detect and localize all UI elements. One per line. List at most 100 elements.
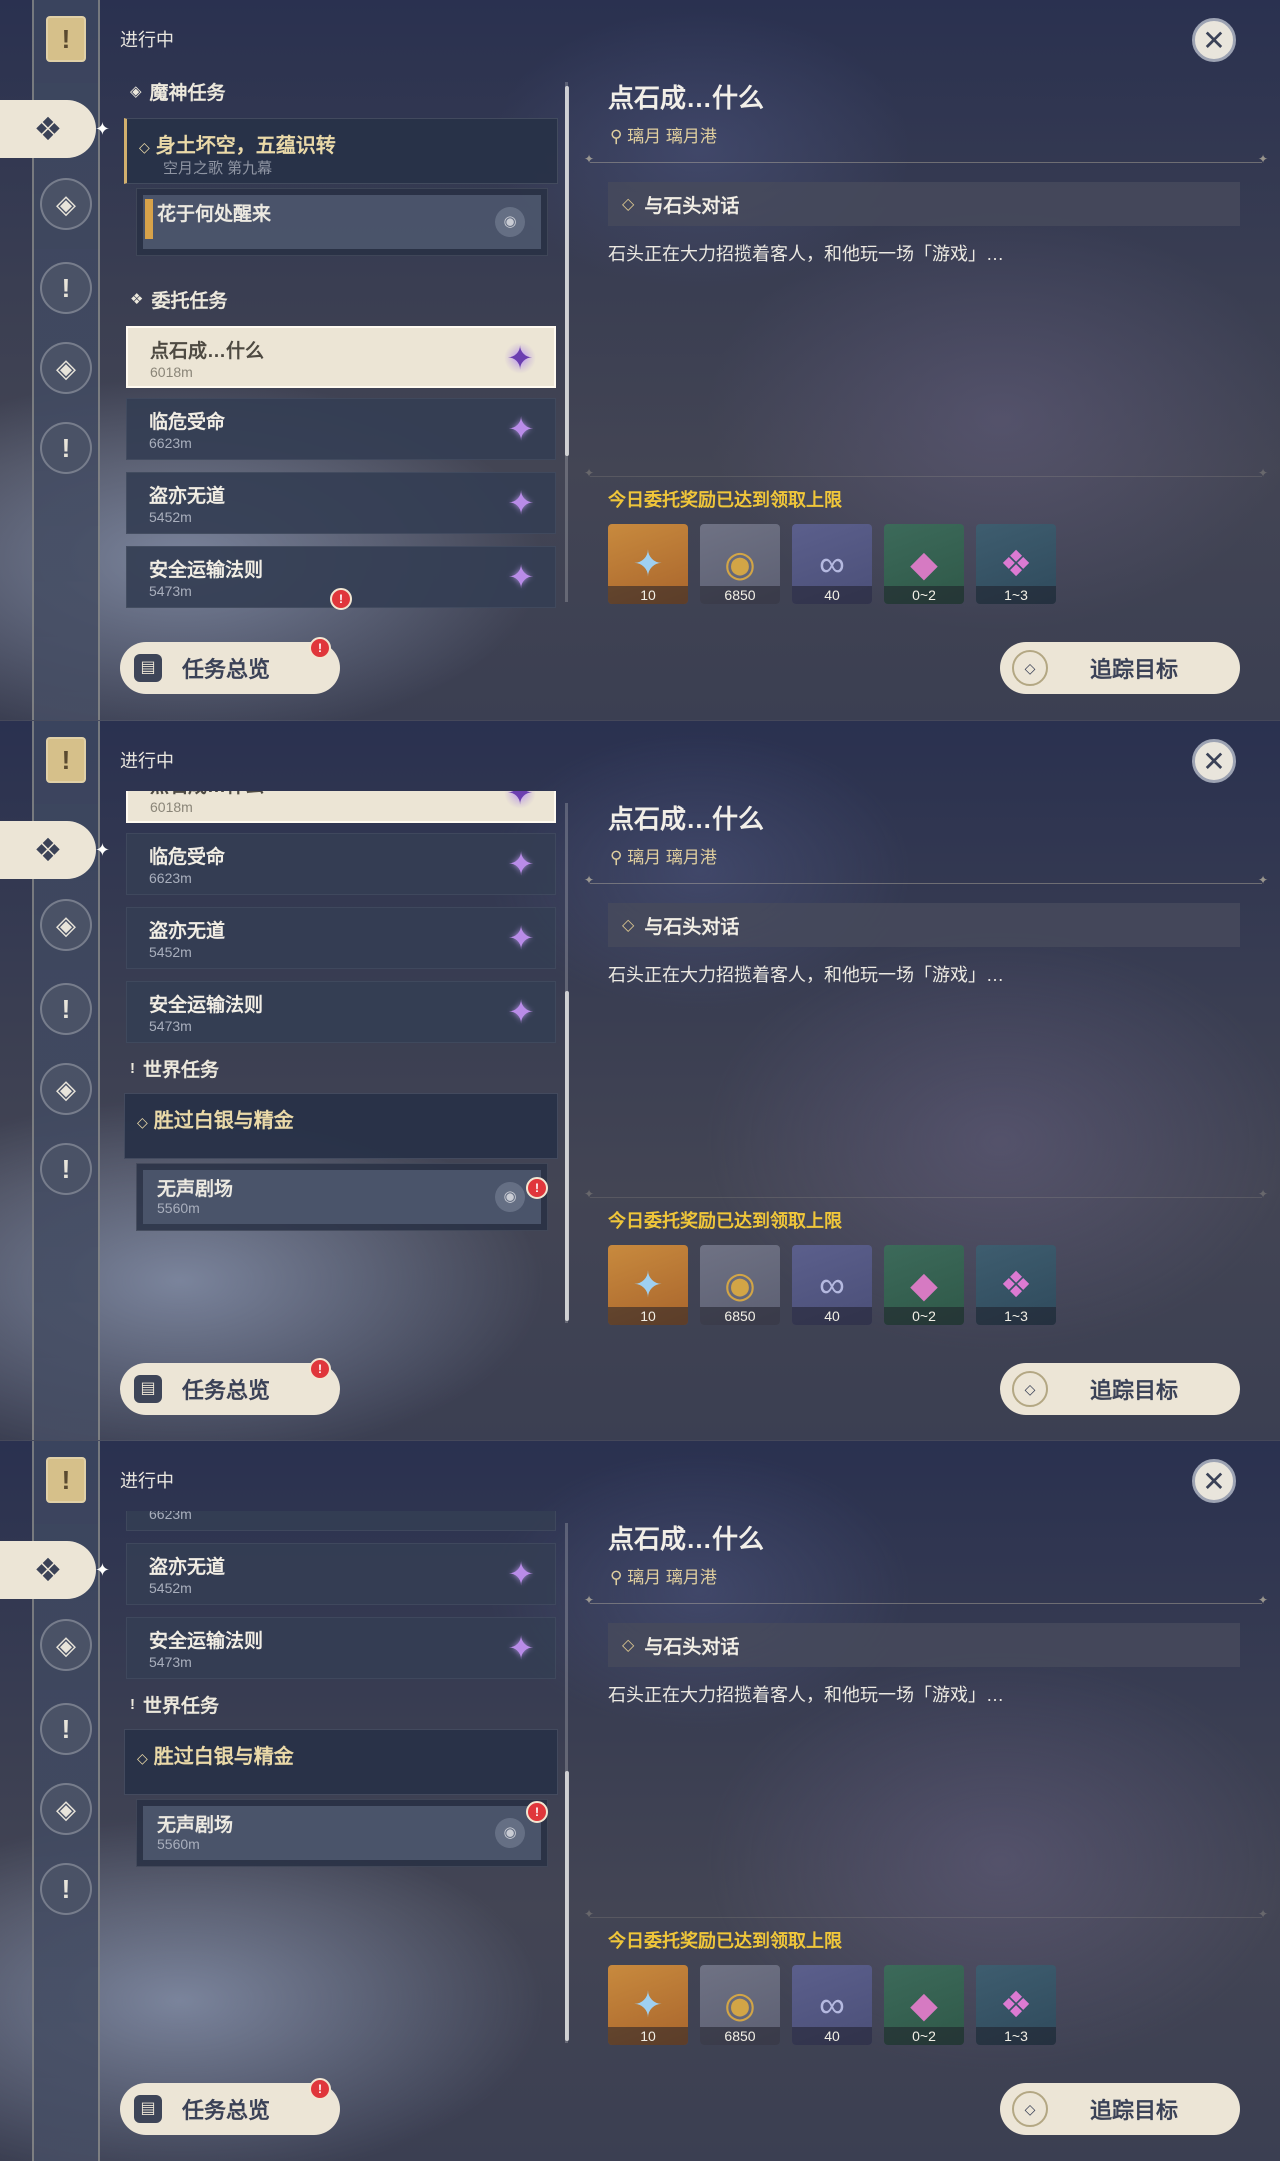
reward-item[interactable]: ✦ 10 — [608, 1245, 688, 1325]
rail-tab-story[interactable]: ! — [40, 1703, 92, 1755]
commission-gem-icon: ✦ — [507, 994, 535, 1030]
rail-tab-story[interactable]: ! — [40, 262, 92, 314]
rail-tab-world[interactable]: ! — [40, 1863, 92, 1915]
scrollbar-thumb[interactable] — [565, 1771, 569, 2041]
divider — [584, 152, 1268, 166]
adventure-exp-icon: ∞ — [819, 1264, 845, 1305]
track-target-button[interactable]: ◇ 追踪目标 — [1000, 1363, 1240, 1415]
commission-card[interactable]: 盗亦无道 5452m ✦ — [126, 472, 556, 534]
rail-tab-legend[interactable]: ◈ — [40, 1619, 92, 1671]
diamond-icon: ◇ — [622, 1637, 635, 1654]
commission-card[interactable]: 临危受命 6623m ✦ — [126, 398, 556, 460]
rail-tab-commission[interactable]: ❖ ✦ — [0, 821, 110, 879]
reward-limit-note: 今日委托奖励已达到领取上限 — [608, 1931, 842, 1951]
commission-card-selected[interactable]: 点石成…什么 6018m ✦ — [126, 326, 556, 388]
commission-gem-icon: ✦ — [504, 342, 536, 374]
track-target-button[interactable]: ◇ 追踪目标 — [1000, 2083, 1240, 2135]
rail-tab-archon[interactable]: ◈ — [40, 1783, 92, 1835]
archon-quest-title: 身土坏空，五蕴识转 — [155, 135, 336, 157]
quest-list[interactable]: ◈ 魔神任务 ◇ 身土坏空，五蕴识转 空月之歌 第九幕 花于何处醒来 ◉ ❖ 委托任务… — [120, 70, 560, 610]
world-quest-step[interactable]: 无声剧场 5560m ◉ — [136, 1163, 548, 1231]
adventure-exp-icon: ∞ — [819, 1984, 845, 2025]
commission-icon: ❖ — [33, 832, 63, 868]
close-button[interactable]: ✕ — [1192, 739, 1236, 783]
close-button[interactable]: ✕ — [1192, 1459, 1236, 1503]
legend-quest-icon: ◈ — [56, 188, 76, 219]
reward-item[interactable]: ❖ 1~3 — [976, 1965, 1056, 2045]
scrollbar-thumb[interactable] — [565, 991, 569, 1321]
commission-card[interactable]: 盗亦无道 5452m ✦ — [126, 907, 556, 969]
quest-overview-button[interactable]: ▤ 任务总览 — [120, 642, 340, 694]
commission-card[interactable]: 盗亦无道 5452m ✦ — [126, 1543, 556, 1605]
reward-item[interactable]: ∞ 40 — [792, 1965, 872, 2045]
reward-item[interactable]: ◉ 6850 — [700, 1965, 780, 2045]
track-target-button[interactable]: ◇ 追踪目标 — [1000, 642, 1240, 694]
rail-tab-commission[interactable]: ❖ ✦ — [0, 1541, 110, 1599]
quest-book-icon[interactable]: ! — [46, 737, 86, 783]
rail-tab-archon[interactable]: ◈ — [40, 1063, 92, 1115]
reward-item[interactable]: ◆ 0~2 — [884, 524, 964, 604]
crystal-icon: ◆ — [910, 1264, 938, 1305]
world-quest-card[interactable]: ◇ 胜过白银与精金 — [124, 1729, 558, 1795]
commission-icon: ❖ — [33, 1552, 63, 1588]
rail-tab-commission[interactable]: ❖ ✦ — [0, 100, 110, 158]
reward-item[interactable]: ∞ 40 — [792, 1245, 872, 1325]
step-distance: 5560m — [157, 1200, 200, 1216]
reward-item[interactable]: ◉ 6850 — [700, 1245, 780, 1325]
detail-location: ⚲ 璃月 璃月港 — [610, 1568, 717, 1587]
world-quest-card[interactable]: ◇ 胜过白银与精金 — [124, 1093, 558, 1159]
commission-card[interactable]: 临危受命 6623m ✦ — [126, 833, 556, 895]
rail-tab-world[interactable]: ! — [40, 422, 92, 474]
rail-tab-story[interactable]: ! — [40, 983, 92, 1035]
progress-marker — [145, 199, 153, 239]
sparkle-icon: ✦ — [94, 118, 110, 139]
commission-gem-icon: ✦ — [507, 920, 535, 956]
archon-quest-card[interactable]: ◇ 身土坏空，五蕴识转 空月之歌 第九幕 — [124, 118, 558, 184]
reward-item[interactable]: ◆ 0~2 — [884, 1245, 964, 1325]
alert-badge: ! — [526, 1801, 548, 1823]
reward-item[interactable]: ✦ 10 — [608, 1965, 688, 2045]
quest-list[interactable]: 点石成…什么 6018m ✦ 临危受命 6623m ✦ 盗亦无道 5452m ✦… — [120, 791, 560, 1331]
detail-title: 点石成…什么 — [608, 1524, 765, 1554]
step-title: 无声剧场 — [157, 1179, 234, 1200]
diamond-icon: ◇ — [622, 196, 635, 213]
step-title: 花于何处醒来 — [157, 204, 272, 225]
commission-card[interactable]: 临危受命 6623m — [126, 1511, 556, 1531]
quest-book-icon[interactable]: ! — [46, 16, 86, 62]
archon-quest-chapter: 空月之歌 第九幕 — [163, 160, 273, 177]
objective-bar: ◇ 与石头对话 — [608, 1623, 1240, 1667]
rail-tab-legend[interactable]: ◈ — [40, 899, 92, 951]
quest-book-icon[interactable]: ! — [46, 1457, 86, 1503]
commission-gem-icon: ✦ — [507, 559, 535, 595]
rail-tab-legend[interactable]: ◈ — [40, 178, 92, 230]
reward-item[interactable]: ✦ 10 — [608, 524, 688, 604]
reward-item[interactable]: ◉ 6850 — [700, 524, 780, 604]
quest-overview-button[interactable]: ▤ 任务总览 — [120, 2083, 340, 2135]
location-pin-icon[interactable]: ◉ — [495, 1818, 525, 1848]
reward-item[interactable]: ◆ 0~2 — [884, 1965, 964, 2045]
close-button[interactable]: ✕ — [1192, 18, 1236, 62]
reward-item[interactable]: ∞ 40 — [792, 524, 872, 604]
reward-list: ✦ 10 ◉ 6850 ∞ 40 ◆ 0~2 ❖ 1~3 — [608, 524, 1056, 604]
story-quest-icon: ! — [61, 272, 71, 303]
commission-card[interactable]: 安全运输法则 5473m ✦ — [126, 1617, 556, 1679]
world-quest-icon: ! — [61, 1873, 71, 1904]
commission-card-selected[interactable]: 点石成…什么 6018m ✦ — [126, 791, 556, 823]
commission-card[interactable]: 安全运输法则 5473m ✦ — [126, 981, 556, 1043]
world-quest-step[interactable]: 无声剧场 5560m ◉ — [136, 1799, 548, 1867]
archon-quest-step[interactable]: 花于何处醒来 ◉ — [136, 188, 548, 256]
alert-badge: ! — [330, 588, 352, 610]
location-pin-icon[interactable]: ◉ — [495, 1182, 525, 1212]
rail-tab-archon[interactable]: ◈ — [40, 342, 92, 394]
alert-badge: ! — [526, 1177, 548, 1199]
world-quest-title: 胜过白银与精金 — [153, 1110, 294, 1132]
scrollbar-thumb[interactable] — [565, 86, 569, 456]
quest-overview-button[interactable]: ▤ 任务总览 — [120, 1363, 340, 1415]
reward-item[interactable]: ❖ 1~3 — [976, 524, 1056, 604]
location-pin-icon[interactable]: ◉ — [495, 207, 525, 237]
quest-panel-1: ! ❖ ✦ ◈ ! ◈ ! 进行中 ✕ ◈ 魔神任务 ◇ 身土坏空，五蕴识转 空月之歌… — [0, 0, 1280, 720]
quest-list[interactable]: 临危受命 6623m 盗亦无道 5452m ✦ 安全运输法则 5473m ✦ !… — [120, 1511, 560, 2051]
rail-tab-world[interactable]: ! — [40, 1143, 92, 1195]
reward-item[interactable]: ❖ 1~3 — [976, 1245, 1056, 1325]
mora-icon: ◉ — [724, 543, 756, 584]
